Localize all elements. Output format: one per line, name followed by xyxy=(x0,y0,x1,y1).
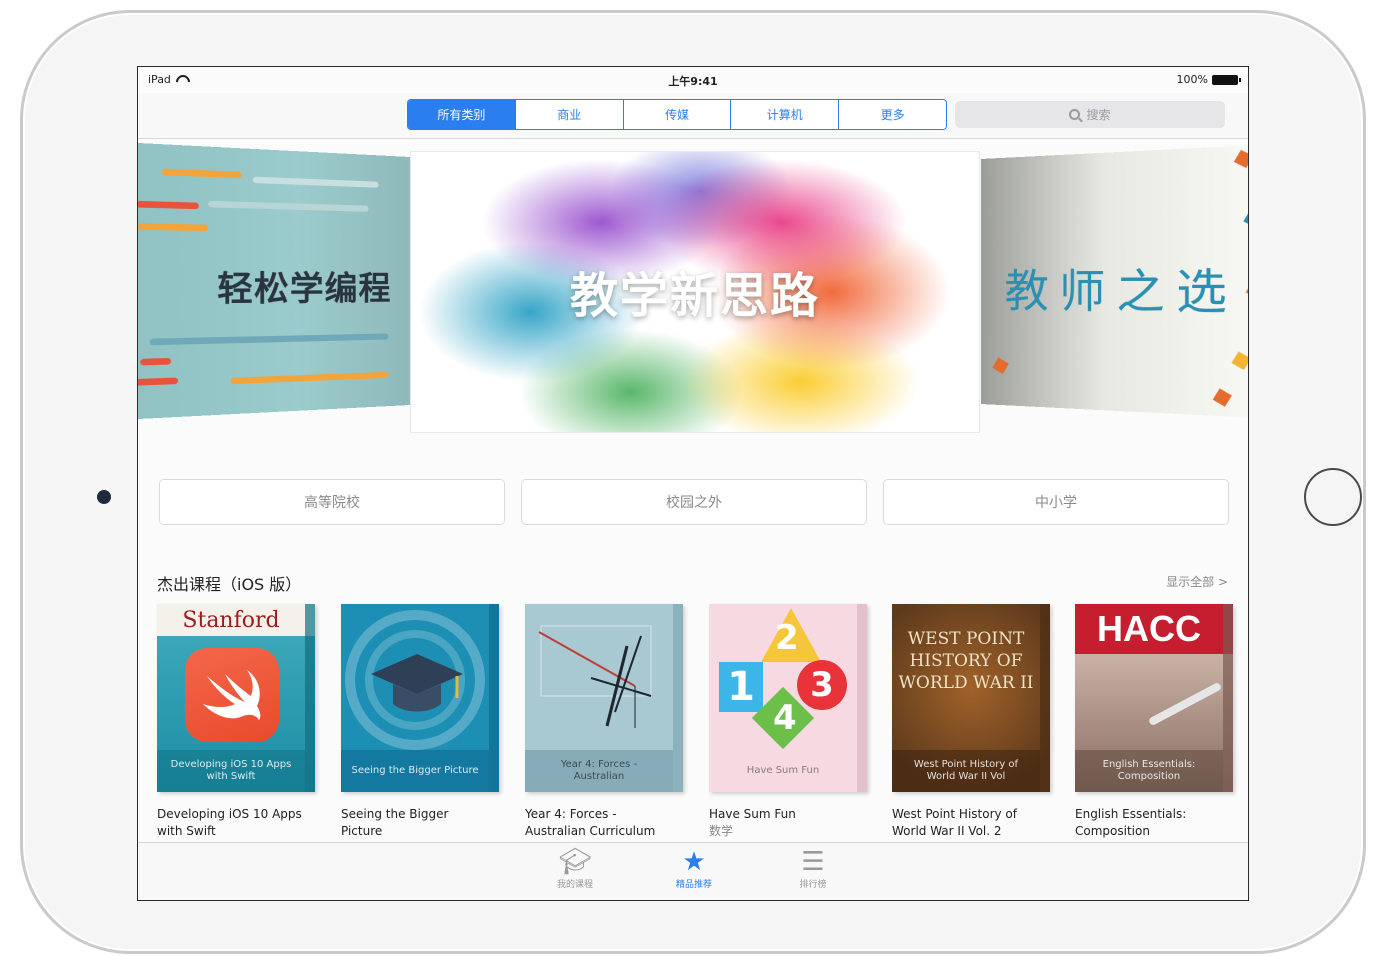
book-title: Year 4: Forces - Australian Curriculum xyxy=(525,806,675,840)
list-icon: ☰ xyxy=(773,847,853,877)
book-spine xyxy=(857,604,867,792)
cover-number-1: 1 xyxy=(719,662,763,712)
banner-left-title: 轻松学编程 xyxy=(217,262,391,312)
search-icon xyxy=(1069,109,1080,120)
nav-bar: 所有类别 商业 传媒 计算机 更多 搜索 xyxy=(138,93,1248,139)
book-cover: Year 4: Forces - Australian xyxy=(525,604,683,792)
graduation-cap-icon: 🎓︎ xyxy=(535,847,615,877)
book-cover-caption: Developing iOS 10 Apps with Swift xyxy=(157,750,305,792)
book-cover: HACC English Essentials: Composition xyxy=(1075,604,1233,792)
stanford-logo: Stanford xyxy=(157,608,305,633)
banner-dot xyxy=(1234,150,1249,168)
book-cover-caption: English Essentials: Composition xyxy=(1075,750,1223,792)
tab-label: 排行榜 xyxy=(799,880,826,890)
battery-percent: 100% xyxy=(1177,73,1208,86)
cover-number-4-label: 4 xyxy=(773,698,797,738)
book-cover-caption: West Point History of World War II Vol xyxy=(892,750,1040,792)
book-subtitle: 数学 xyxy=(709,823,867,839)
category-higher-education-button[interactable]: 高等院校 xyxy=(159,479,505,525)
book-title: West Point History of World War II Vol. … xyxy=(892,806,1042,840)
banner-stripe xyxy=(253,177,379,188)
cover-airplane-diagram xyxy=(531,616,671,736)
tab-label: 我的课程 xyxy=(557,880,593,890)
book-cover: Stanford Developing iOS 10 Apps with Swi… xyxy=(157,604,315,792)
banner-center-title: 教学新思路 xyxy=(411,256,979,326)
book-item[interactable]: 1 2 3 4 Have Sum Fun Have Sum Fun 数学 xyxy=(709,604,867,839)
book-spine xyxy=(1223,604,1233,792)
segment-computer[interactable]: 计算机 xyxy=(731,100,839,129)
status-right: 100% xyxy=(1177,73,1238,86)
book-spine xyxy=(1040,604,1050,792)
graduation-cap-icon xyxy=(369,648,465,718)
category-beyond-campus-button[interactable]: 校园之外 xyxy=(521,479,867,525)
swift-logo-icon xyxy=(185,648,279,742)
category-k12-button[interactable]: 中小学 xyxy=(883,479,1229,525)
book-title: English Essentials: Composition xyxy=(1075,806,1225,840)
search-input[interactable]: 搜索 xyxy=(955,101,1225,128)
cover-number-2-label: 2 xyxy=(775,618,799,658)
tab-label: 精品推荐 xyxy=(676,880,712,890)
banner-stripe xyxy=(150,333,389,345)
book-item[interactable]: Stanford Developing iOS 10 Apps with Swi… xyxy=(157,604,315,840)
banner-dot xyxy=(1231,352,1249,370)
banner-stripe xyxy=(140,358,171,366)
cover-number-3: 3 xyxy=(797,660,847,710)
banner-stripe xyxy=(162,168,242,178)
front-camera xyxy=(97,490,111,504)
banner-stripe xyxy=(137,377,178,385)
search-placeholder: 搜索 xyxy=(1086,106,1110,123)
section-title: 杰出课程（iOS 版） xyxy=(157,571,301,595)
cover-heading: WEST POINT HISTORY OF WORLD WAR II xyxy=(898,628,1034,694)
banner-dot xyxy=(1248,319,1249,337)
book-item[interactable]: WEST POINT HISTORY OF WORLD WAR II West … xyxy=(892,604,1050,840)
book-cover: WEST POINT HISTORY OF WORLD WAR II West … xyxy=(892,604,1050,792)
segment-all[interactable]: 所有类别 xyxy=(408,100,516,129)
book-item[interactable]: Year 4: Forces - Australian Year 4: Forc… xyxy=(525,604,683,840)
battery-icon xyxy=(1212,75,1238,85)
book-cover-caption: Year 4: Forces - Australian xyxy=(525,750,673,792)
book-cover-caption: Seeing the Bigger Picture xyxy=(341,750,489,792)
banner-dot xyxy=(1213,388,1232,406)
banner-stripe xyxy=(231,372,389,384)
home-button[interactable] xyxy=(1304,468,1362,526)
banner-stripe xyxy=(138,223,208,231)
tab-featured[interactable]: ★ 精品推荐 xyxy=(654,847,734,890)
banner-right-title: 教师之选 xyxy=(1005,252,1239,323)
hacc-logo: HACC xyxy=(1075,608,1223,650)
tab-bar: 🎓︎ 我的课程 ★ 精品推荐 ☰ 排行榜 xyxy=(138,842,1248,900)
book-title: Developing iOS 10 Apps with Swift xyxy=(157,806,307,840)
tab-my-courses[interactable]: 🎓︎ 我的课程 xyxy=(535,847,615,890)
book-title: Seeing the Bigger Picture xyxy=(341,806,491,840)
book-title: Have Sum Fun xyxy=(709,806,859,823)
book-cover: 1 2 3 4 Have Sum Fun xyxy=(709,604,867,792)
category-segmented-control: 所有类别 商业 传媒 计算机 更多 xyxy=(407,99,947,130)
banner-dot xyxy=(1243,210,1249,228)
status-bar: iPad 上午9:41 100% xyxy=(138,67,1248,93)
banner-dot xyxy=(993,357,1009,374)
star-icon: ★ xyxy=(654,847,734,877)
segment-more[interactable]: 更多 xyxy=(839,100,946,129)
banner-stripe xyxy=(137,201,199,210)
app-screen: iPad 上午9:41 100% 所有类别 商业 传媒 计算机 更多 搜索 轻松… xyxy=(137,66,1249,901)
banner-stripe xyxy=(208,201,368,212)
book-item[interactable]: Seeing the Bigger Picture Seeing the Big… xyxy=(341,604,499,840)
cover-pen-image xyxy=(1148,682,1222,727)
banner-teachers-choice[interactable]: 教师之选 xyxy=(981,144,1249,419)
book-cover: Seeing the Bigger Picture xyxy=(341,604,499,792)
banner-new-teaching-ideas[interactable]: 教学新思路 xyxy=(410,151,980,433)
book-item[interactable]: HACC English Essentials: Composition Eng… xyxy=(1075,604,1233,840)
segment-media[interactable]: 传媒 xyxy=(624,100,732,129)
book-spine xyxy=(489,604,499,792)
book-spine xyxy=(305,604,315,792)
banner-dot xyxy=(1246,281,1249,299)
see-all-link[interactable]: 显示全部 > xyxy=(1166,573,1228,590)
status-time: 上午9:41 xyxy=(138,73,1248,89)
tab-top-charts[interactable]: ☰ 排行榜 xyxy=(773,847,853,890)
segment-business[interactable]: 商业 xyxy=(516,100,624,129)
book-spine xyxy=(673,604,683,792)
banner-easy-coding[interactable]: 轻松学编程 xyxy=(137,142,410,421)
book-cover-caption: Have Sum Fun xyxy=(709,750,857,792)
